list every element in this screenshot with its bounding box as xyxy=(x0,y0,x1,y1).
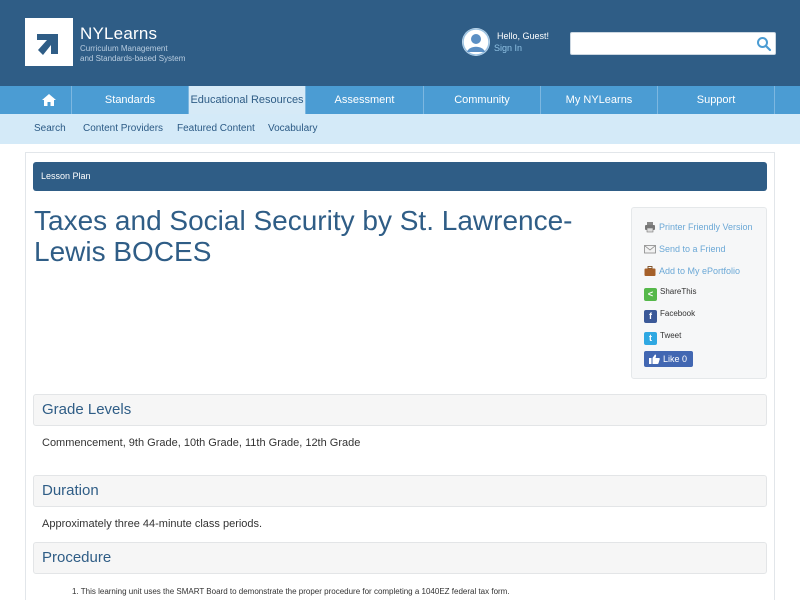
printer-friendly-link[interactable]: Printer Friendly Version xyxy=(644,221,753,233)
lesson-plan-bar: Lesson Plan xyxy=(33,162,767,191)
duration-heading: Duration xyxy=(42,482,99,499)
greeting: Hello, Guest! xyxy=(497,31,550,41)
subnav-search[interactable]: Search xyxy=(34,114,66,144)
nav-standards[interactable]: Standards xyxy=(72,86,189,114)
add-to-eportfolio-link[interactable]: Add to My ePortfolio xyxy=(644,265,740,277)
facebook-like-button[interactable]: Like 0 xyxy=(644,351,693,367)
nav-educational-resources[interactable]: Educational Resources xyxy=(189,86,306,114)
procedure-item: 1. This learning unit uses the SMART Boa… xyxy=(72,587,510,596)
avatar xyxy=(462,28,490,56)
page-title: Taxes and Social Security by St. Lawrenc… xyxy=(34,205,573,267)
grade-levels-heading: Grade Levels xyxy=(42,401,132,418)
thumbs-up-icon xyxy=(649,354,660,364)
sign-in-link[interactable]: Sign In xyxy=(494,43,522,53)
send-to-friend-label: Send to a Friend xyxy=(659,244,726,254)
logo-arrow-icon xyxy=(37,34,58,55)
nav-assessment[interactable]: Assessment xyxy=(306,86,424,114)
logo-subtitle: Curriculum Management and Standards-base… xyxy=(80,44,185,64)
facebook-button[interactable]: f Facebook xyxy=(644,309,695,323)
nav-home[interactable] xyxy=(0,86,72,114)
search-icon[interactable] xyxy=(756,36,772,52)
home-icon xyxy=(42,94,56,106)
procedure-heading: Procedure xyxy=(42,549,112,566)
site-header: NYLearns Curriculum Management and Stand… xyxy=(0,0,800,86)
tweet-label: Tweet xyxy=(660,331,682,340)
grade-levels-text: Commencement, 9th Grade, 10th Grade, 11t… xyxy=(42,437,361,449)
nav-support[interactable]: Support xyxy=(658,86,775,114)
nav-my-nylearns[interactable]: My NYLearns xyxy=(541,86,658,114)
twitter-icon: t xyxy=(644,332,657,345)
user-icon xyxy=(462,28,490,56)
grade-levels-header: Grade Levels xyxy=(33,394,767,426)
procedure-header: Procedure xyxy=(33,542,767,574)
like-label: Like 0 xyxy=(663,354,688,364)
logo-subtitle-line2: and Standards-based System xyxy=(80,54,186,63)
briefcase-icon xyxy=(644,266,656,276)
printer-icon xyxy=(645,222,655,233)
logo-subtitle-line1: Curriculum Management xyxy=(80,44,168,53)
sub-nav: Search Content Providers Featured Conten… xyxy=(0,114,800,144)
sharethis-button[interactable]: < ShareThis xyxy=(644,287,696,301)
search-input[interactable] xyxy=(571,33,751,54)
duration-text: Approximately three 44-minute class peri… xyxy=(42,518,263,530)
sharethis-icon: < xyxy=(644,288,657,301)
share-panel: Printer Friendly Version Send to a Frien… xyxy=(631,207,767,379)
search-box xyxy=(570,32,776,55)
send-to-friend-link[interactable]: Send to a Friend xyxy=(644,243,726,255)
facebook-icon: f xyxy=(644,310,657,323)
tweet-button[interactable]: t Tweet xyxy=(644,331,681,345)
subnav-vocabulary[interactable]: Vocabulary xyxy=(268,114,317,144)
duration-header: Duration xyxy=(33,475,767,507)
envelope-icon xyxy=(644,245,656,254)
facebook-label: Facebook xyxy=(660,309,696,318)
subnav-content-providers[interactable]: Content Providers xyxy=(83,114,163,144)
sharethis-label: ShareThis xyxy=(660,287,697,296)
lesson-plan-label: Lesson Plan xyxy=(41,171,91,181)
nylearns-logo[interactable] xyxy=(25,18,73,66)
nav-community[interactable]: Community xyxy=(424,86,541,114)
add-to-eportfolio-label: Add to My ePortfolio xyxy=(659,266,741,276)
logo-title: NYLearns xyxy=(80,24,158,43)
main-nav: Standards Educational Resources Assessme… xyxy=(0,86,800,114)
printer-friendly-label: Printer Friendly Version xyxy=(659,222,753,232)
subnav-featured-content[interactable]: Featured Content xyxy=(177,114,255,144)
